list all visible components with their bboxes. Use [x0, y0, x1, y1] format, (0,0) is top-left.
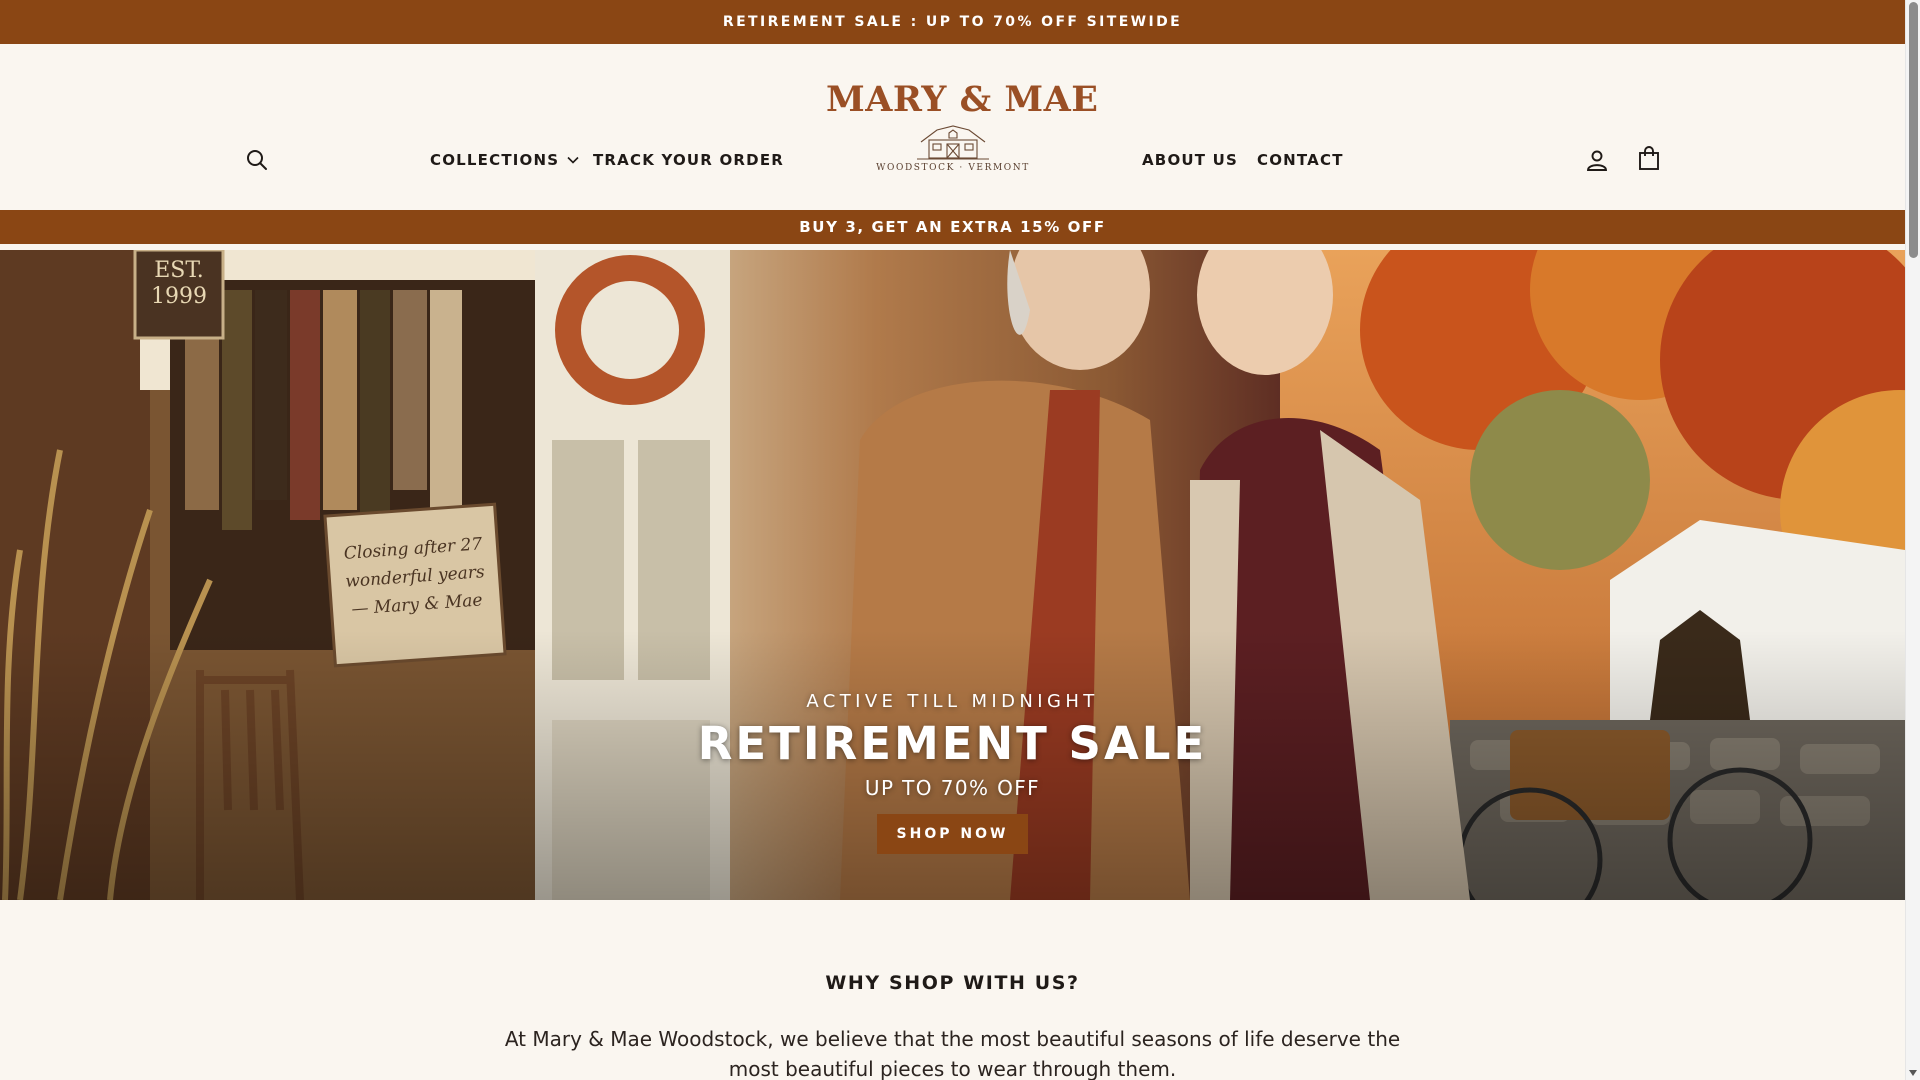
barn-logo-icon — [917, 125, 989, 160]
promo-bar: BUY 3, GET AN EXTRA 15% OFF — [0, 210, 1905, 244]
search-button[interactable] — [240, 143, 274, 177]
hero-title: RETIREMENT SALE — [697, 717, 1208, 770]
closing-sign-text: Closing after 27 wonderful years — Mary … — [343, 534, 486, 620]
logo-name: MARY & MAE — [826, 79, 1099, 120]
account-icon — [1587, 150, 1607, 171]
nav-contact-label: CONTACT — [1257, 151, 1344, 169]
why-shop-section: WHY SHOP WITH US? At Mary & Mae Woodstoc… — [0, 900, 1905, 1080]
promo-text: BUY 3, GET AN EXTRA 15% OFF — [799, 218, 1106, 236]
nav-collections-label: COLLECTIONS — [430, 151, 560, 169]
nav-about-us[interactable]: ABOUT US — [1142, 151, 1238, 169]
chevron-down-icon — [567, 156, 579, 164]
announcement-text: RETIREMENT SALE : UP TO 70% OFF SITEWIDE — [722, 14, 1183, 30]
nav-contact[interactable]: CONTACT — [1257, 151, 1344, 169]
hero-banner: EST. 1999 Closing after 27 wonderful yea… — [0, 250, 1905, 900]
est-plaque-text: EST. 1999 — [151, 258, 207, 309]
nav-track-order-label: TRACK YOUR ORDER — [593, 151, 785, 169]
page: RETIREMENT SALE : UP TO 70% OFF SITEWIDE… — [0, 0, 1905, 1080]
shop-now-button[interactable]: SHOP NOW — [876, 814, 1029, 854]
announcement-bar: RETIREMENT SALE : UP TO 70% OFF SITEWIDE — [0, 0, 1905, 44]
nav-about-us-label: ABOUT US — [1142, 151, 1239, 169]
closing-sign: Closing after 27 wonderful years — Mary … — [337, 530, 492, 624]
vertical-scrollbar[interactable] — [1905, 0, 1920, 1080]
why-shop-body: At Mary & Mae Woodstock, we believe that… — [504, 1027, 1401, 1080]
nav-collections[interactable]: COLLECTIONS — [430, 151, 579, 169]
account-button[interactable] — [1580, 143, 1614, 177]
hero-content: ACTIVE TILL MIDNIGHT RETIREMENT SALE UP … — [0, 690, 1905, 854]
scrollbar-thumb[interactable] — [1909, 2, 1918, 258]
why-shop-title: WHY SHOP WITH US? — [825, 972, 1080, 994]
est-plaque: EST. 1999 — [140, 258, 218, 310]
hero-eyebrow: ACTIVE TILL MIDNIGHT — [806, 691, 1099, 712]
nav-track-order[interactable]: TRACK YOUR ORDER — [593, 151, 784, 169]
scroll-down-arrow-icon[interactable] — [1909, 1070, 1917, 1076]
search-icon — [247, 150, 267, 170]
cart-icon — [1639, 146, 1659, 170]
site-logo[interactable]: MARY & MAE WOODSTOCK · VERMONT — [826, 78, 1099, 196]
hero-subtitle: UP TO 70% OFF — [864, 776, 1041, 800]
cart-button[interactable] — [1632, 141, 1666, 175]
logo-tagline: WOODSTOCK · VERMONT — [876, 163, 1030, 173]
site-header: COLLECTIONS TRACK YOUR ORDER MARY & MAE … — [0, 44, 1905, 210]
